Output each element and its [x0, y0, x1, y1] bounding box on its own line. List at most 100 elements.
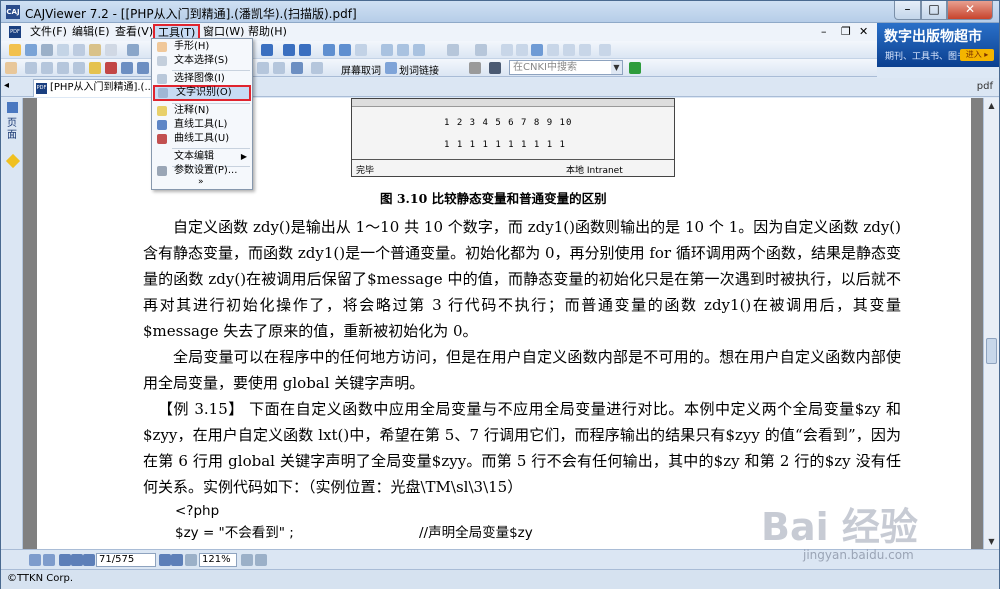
zoom-icon[interactable]	[185, 554, 197, 566]
document-tab[interactable]: PDF [PHP从入门到精通].(...	[33, 79, 153, 97]
text-select-icon[interactable]	[25, 62, 37, 74]
view-mode-icon[interactable]	[29, 554, 41, 566]
open-icon[interactable]	[9, 44, 21, 56]
close-button[interactable]: ✕	[947, 1, 993, 20]
fit-icon[interactable]	[255, 554, 267, 566]
prev-icon[interactable]	[83, 554, 95, 566]
print-icon[interactable]	[41, 44, 53, 56]
zoom-tool-icon[interactable]	[579, 44, 591, 56]
actual-size-icon[interactable]	[547, 44, 559, 56]
menu-item-label: 选择图像(I)	[174, 73, 225, 84]
zoom-out-icon[interactable]	[339, 44, 351, 56]
scroll-up-icon[interactable]: ▲	[986, 100, 997, 111]
note-icon[interactable]	[73, 62, 85, 74]
fit-width-icon[interactable]	[516, 44, 528, 56]
forward-icon[interactable]	[299, 44, 311, 56]
paste-icon[interactable]	[89, 44, 101, 56]
view-mode-2-icon[interactable]	[43, 554, 55, 566]
dictionary-icon[interactable]	[469, 62, 481, 74]
single-page-icon[interactable]	[381, 44, 393, 56]
app-icon: CAJ	[6, 5, 20, 19]
go-icon[interactable]	[629, 62, 641, 74]
fit-page-icon[interactable]	[531, 44, 543, 56]
zoom-level-input[interactable]: 121%	[199, 553, 237, 567]
menu-file[interactable]: 文件(F)	[27, 25, 70, 40]
code-line-2: $zy = "不会看到" ;	[175, 525, 294, 541]
menu-bar: PDF 文件(F) 编辑(E) 查看(V) 工具(T) 窗口(W) 帮助(H) …	[1, 23, 877, 41]
find-icon[interactable]	[105, 44, 117, 56]
sidebar-pages-label[interactable]: 页面	[7, 118, 19, 142]
continuous-page-icon[interactable]	[397, 44, 409, 56]
ad-title: 数字出版物超市	[884, 29, 982, 45]
undo-icon[interactable]	[127, 44, 139, 56]
save-icon[interactable]	[25, 44, 37, 56]
fullscreen-icon[interactable]	[599, 44, 611, 56]
maximize-button[interactable]: □	[921, 1, 947, 20]
scroll-down-icon[interactable]: ▼	[986, 536, 997, 547]
window-title: CAJViewer 7.2 - [[PHP从入门到精通].(潘凯华).(扫描版)…	[25, 7, 357, 21]
page-number-input[interactable]: 71/575	[96, 553, 156, 567]
copy-icon[interactable]	[73, 44, 85, 56]
figure-intranet-label: 本地 Intranet	[566, 166, 623, 176]
minimize-button[interactable]: –	[894, 1, 921, 20]
tab-extension-label: pdf	[976, 81, 993, 92]
pen-icon[interactable]	[105, 62, 117, 74]
menu-edit[interactable]: 编辑(E)	[69, 25, 113, 40]
main-toolbar	[1, 41, 877, 59]
facing-page-icon[interactable]	[413, 44, 425, 56]
line-tool-icon	[157, 120, 167, 130]
menu-item-label: 文本编辑	[174, 151, 214, 162]
stamp-icon[interactable]	[273, 62, 285, 74]
last-page-icon[interactable]	[171, 554, 183, 566]
line-tool-icon[interactable]	[121, 62, 133, 74]
menu-item-curve-tool[interactable]: 曲线工具(U)	[153, 131, 251, 147]
hand-tool-icon[interactable]	[5, 62, 17, 74]
ocr-icon[interactable]	[57, 62, 69, 74]
chevron-down-icon[interactable]: ▼	[611, 61, 622, 74]
book-icon[interactable]	[489, 62, 501, 74]
highlight-icon[interactable]	[89, 62, 101, 74]
word-link-button[interactable]: 划词链接	[399, 62, 439, 77]
curve-tool-icon[interactable]	[137, 62, 149, 74]
rotate-icon[interactable]	[355, 44, 367, 56]
annotation-pen-icon[interactable]	[5, 153, 21, 169]
cnki-search-input[interactable]: 在CNKI中搜索	[509, 60, 623, 75]
shape-icon[interactable]	[257, 62, 269, 74]
ad-enter-button[interactable]: 进入 ▸	[960, 49, 994, 61]
figure-image: 1 2 3 4 5 6 7 8 9 10 1 1 1 1 1 1 1 1 1 1…	[351, 98, 675, 177]
mdi-restore-button[interactable]: ❐	[841, 25, 851, 38]
menu-expand-icon[interactable]: »	[198, 177, 204, 187]
zoom-dropdown-icon[interactable]	[241, 554, 253, 566]
mdi-minimize-button[interactable]: –	[821, 25, 827, 38]
bookmark-icon[interactable]	[291, 62, 303, 74]
tab-scroll-icon[interactable]: ◂	[4, 80, 9, 91]
layout-icon[interactable]	[447, 44, 459, 56]
menu-item-text-select[interactable]: 文本选择(S)	[153, 53, 251, 69]
scroll-thumb[interactable]	[986, 338, 997, 364]
screen-word-button[interactable]: 屏幕取词	[341, 62, 381, 77]
preview-icon[interactable]	[57, 44, 69, 56]
first-page-icon[interactable]	[59, 554, 71, 566]
ad-banner[interactable]: 数字出版物超市 期刊、工具书、图书... 进入 ▸	[877, 23, 999, 67]
select-icon[interactable]	[475, 44, 487, 56]
back-icon[interactable]	[283, 44, 295, 56]
screen-word-icon[interactable]	[311, 62, 323, 74]
word-link-icon[interactable]	[385, 62, 397, 74]
menu-item-label: 手形(H)	[174, 41, 210, 52]
zoom-in-icon[interactable]	[323, 44, 335, 56]
mdi-close-button[interactable]: ✕	[859, 25, 868, 38]
next-page-icon[interactable]	[261, 44, 273, 56]
magnify-icon[interactable]	[563, 44, 575, 56]
menu-item-ocr[interactable]: 文字识别(O)	[153, 85, 251, 101]
paragraph-1: 自定义函数 zdy()是输出从 1～10 共 10 个数字，而 zdy1()函数…	[143, 218, 901, 340]
thumbnail-icon[interactable]	[501, 44, 513, 56]
vertical-scrollbar[interactable]: ▲ ▼	[983, 98, 999, 549]
prev-page-icon[interactable]	[71, 554, 83, 566]
sidebar-pages-icon[interactable]	[7, 102, 18, 113]
note-icon	[157, 106, 167, 116]
menu-view[interactable]: 查看(V)	[112, 25, 156, 40]
watermark-logo: Bai 经验	[761, 505, 918, 549]
next-icon[interactable]	[159, 554, 171, 566]
figure-caption: 图 3.10 比较静态变量和普通变量的区别	[380, 191, 607, 206]
image-select-icon[interactable]	[41, 62, 53, 74]
